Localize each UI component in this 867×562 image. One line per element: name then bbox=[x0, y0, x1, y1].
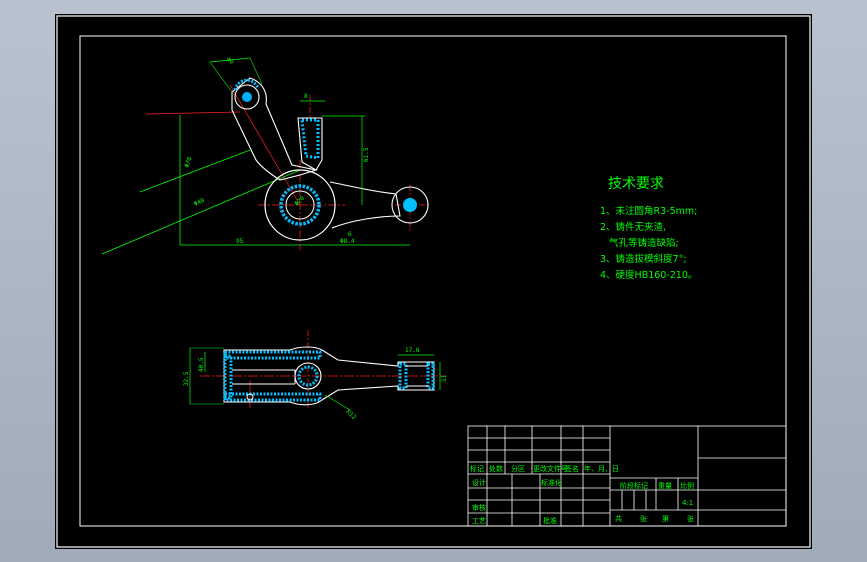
tb-sheets-unit: 张 bbox=[640, 514, 647, 523]
dim-6: 6 bbox=[348, 231, 352, 238]
tb-label-zone: 分区 bbox=[511, 464, 525, 473]
dim-40: 40 bbox=[225, 56, 235, 66]
tech-line-5: 4、硬度HB160-210。 bbox=[600, 269, 697, 281]
drawing-frame bbox=[79, 35, 787, 527]
dim-11: 11 bbox=[441, 374, 448, 382]
tb-label-count: 处数 bbox=[489, 464, 503, 473]
tb-label-change-doc: 更改文件号 bbox=[533, 464, 568, 473]
tech-line-1: 1、未注圆角R3-5mm; bbox=[600, 205, 697, 217]
dim-phi70: Φ70 bbox=[183, 156, 193, 169]
dim-40-5: 40.5 bbox=[198, 357, 205, 372]
tb-scale: 比例 bbox=[680, 481, 694, 490]
dim-61-5: 61.5 bbox=[363, 147, 370, 162]
dim-32-5: 32.5 bbox=[183, 371, 190, 386]
tb-label-date: 年、月、日 bbox=[584, 464, 619, 473]
section-view: 17.6 32.5 40.5 11 R12 bbox=[183, 330, 448, 421]
dim-8: 8 bbox=[304, 93, 308, 100]
tb-standardize: 标准化 bbox=[541, 478, 562, 487]
dim-r12: R12 bbox=[345, 408, 358, 421]
top-view: 40 8 61.5 Φ70 Φ20 Φ40 95 6 Φ8.4 bbox=[101, 56, 430, 255]
dim-17-6: 17.6 bbox=[405, 347, 420, 354]
tech-title: 技术要求 bbox=[608, 176, 664, 192]
tb-sheet-no: 第 bbox=[662, 514, 669, 523]
technical-requirements: 技术要求 1、未注圆角R3-5mm; 2、铸件无夹渣, 气孔等铸造缺陷; 3、铸… bbox=[600, 176, 697, 281]
tb-sheets-total: 共 bbox=[615, 514, 622, 523]
tb-label-mark: 标记 bbox=[470, 464, 484, 473]
title-block bbox=[467, 425, 787, 527]
tb-weight: 重量 bbox=[658, 482, 672, 490]
tb-process: 工艺 bbox=[472, 517, 486, 525]
dim-95: 95 bbox=[236, 238, 244, 245]
tech-line-4: 3、铸造拔模斜度7°; bbox=[600, 253, 687, 265]
title-block-text: 标记 处数 分区 更改文件号 签名 年、月、日 设计 标准化 审核 工艺 批准 … bbox=[470, 464, 694, 525]
tb-design: 设计 bbox=[472, 478, 486, 487]
tb-approve: 批准 bbox=[543, 516, 557, 525]
tech-line-3: 气孔等铸造缺陷; bbox=[609, 237, 679, 249]
tech-line-2: 2、铸件无夹渣, bbox=[600, 221, 666, 233]
sheet-border bbox=[56, 15, 811, 548]
dim-phi8-4: Φ8.4 bbox=[340, 238, 355, 245]
tb-label-signature: 签名 bbox=[565, 464, 579, 473]
tb-sheet-unit2: 张 bbox=[687, 514, 694, 523]
tb-review: 审核 bbox=[472, 503, 486, 512]
tb-scale-value: 4:1 bbox=[682, 499, 693, 507]
cad-drawing: 40 8 61.5 Φ70 Φ20 Φ40 95 6 Φ8.4 17.6 32.… bbox=[56, 15, 811, 548]
dim-phi40: Φ40 bbox=[193, 197, 206, 208]
tb-stage-mark: 阶段标记 bbox=[620, 481, 648, 490]
